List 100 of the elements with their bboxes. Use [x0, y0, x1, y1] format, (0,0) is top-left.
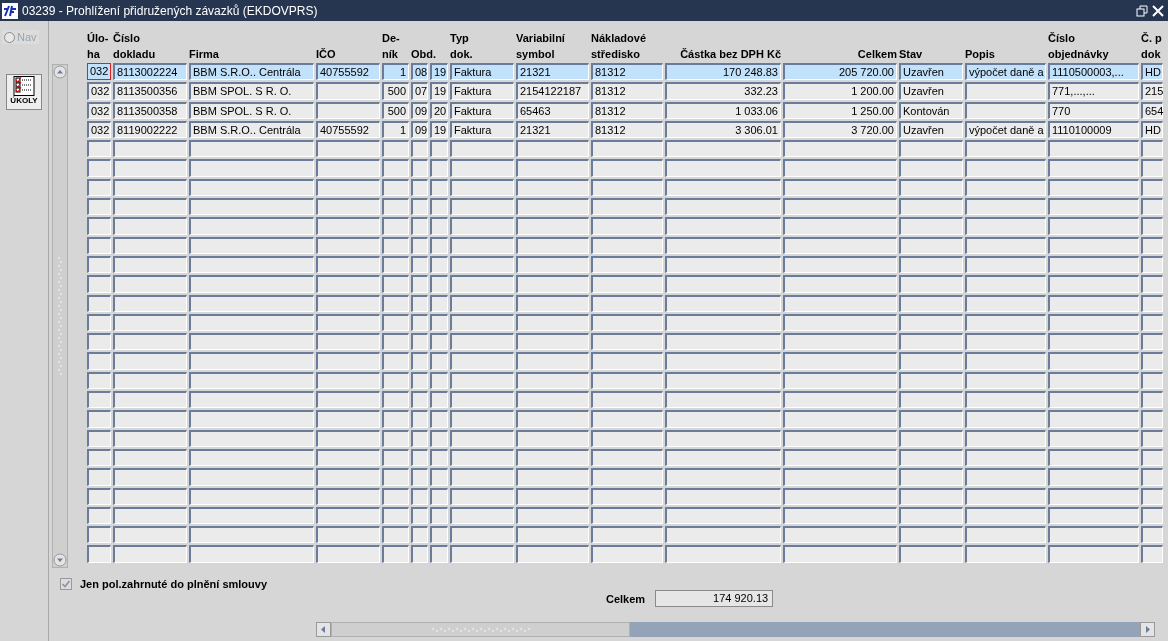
empty-cell[interactable]	[189, 410, 314, 428]
empty-cell[interactable]	[430, 275, 448, 293]
empty-cell[interactable]	[665, 236, 781, 254]
empty-cell[interactable]	[783, 140, 897, 158]
empty-cell[interactable]	[591, 410, 663, 428]
empty-cell[interactable]	[382, 526, 409, 544]
empty-cell[interactable]	[591, 275, 663, 293]
empty-cell[interactable]	[113, 333, 187, 351]
table-cell[interactable]: Faktura	[450, 120, 514, 139]
table-cell[interactable]	[965, 101, 1046, 119]
empty-cell[interactable]	[516, 545, 589, 563]
empty-cell[interactable]	[591, 313, 663, 332]
empty-cell[interactable]	[899, 333, 963, 351]
table-cell[interactable]: 19	[430, 63, 448, 81]
empty-cell[interactable]	[1048, 526, 1139, 544]
empty-cell[interactable]	[1141, 448, 1163, 467]
empty-cell[interactable]	[1048, 448, 1139, 467]
empty-cell[interactable]	[316, 429, 380, 447]
empty-cell[interactable]	[899, 159, 963, 177]
scroll-up-icon[interactable]	[53, 65, 67, 79]
empty-cell[interactable]	[899, 429, 963, 447]
table-cell[interactable]: Uzavřen	[899, 63, 963, 81]
empty-cell[interactable]	[1141, 410, 1163, 428]
empty-cell[interactable]	[965, 178, 1046, 197]
empty-cell[interactable]	[1048, 159, 1139, 177]
table-cell[interactable]: 81312	[591, 63, 663, 81]
empty-cell[interactable]	[783, 159, 897, 177]
empty-cell[interactable]	[516, 159, 589, 177]
table-cell[interactable]: BBM S.R.O.. Centrála	[189, 63, 314, 81]
empty-cell[interactable]	[783, 429, 897, 447]
empty-cell[interactable]	[899, 506, 963, 525]
empty-cell[interactable]	[1048, 255, 1139, 274]
empty-cell[interactable]	[450, 178, 514, 197]
empty-cell[interactable]	[965, 255, 1046, 274]
empty-cell[interactable]	[450, 448, 514, 467]
empty-cell[interactable]	[1048, 217, 1139, 235]
empty-cell[interactable]	[113, 255, 187, 274]
empty-cell[interactable]	[899, 410, 963, 428]
empty-cell[interactable]	[965, 371, 1046, 390]
table-cell[interactable]: 8113500356	[113, 82, 187, 100]
empty-cell[interactable]	[430, 159, 448, 177]
empty-cell[interactable]	[87, 448, 111, 467]
empty-cell[interactable]	[316, 178, 380, 197]
empty-cell[interactable]	[665, 545, 781, 563]
empty-cell[interactable]	[516, 333, 589, 351]
empty-cell[interactable]	[450, 410, 514, 428]
empty-cell[interactable]	[783, 371, 897, 390]
empty-cell[interactable]	[1141, 545, 1163, 563]
empty-cell[interactable]	[1141, 198, 1163, 216]
table-cell[interactable]: 8119002222	[113, 120, 187, 139]
empty-cell[interactable]	[591, 448, 663, 467]
empty-cell[interactable]	[113, 410, 187, 428]
table-cell[interactable]: výpočet daně a	[965, 120, 1046, 139]
empty-cell[interactable]	[1048, 275, 1139, 293]
empty-cell[interactable]	[591, 506, 663, 525]
table-cell[interactable]: 654	[1141, 101, 1163, 119]
empty-cell[interactable]	[316, 410, 380, 428]
empty-cell[interactable]	[516, 178, 589, 197]
empty-cell[interactable]	[899, 352, 963, 370]
table-cell[interactable]: 1110500003,...	[1048, 63, 1139, 81]
empty-cell[interactable]	[382, 313, 409, 332]
empty-cell[interactable]	[382, 487, 409, 505]
empty-cell[interactable]	[783, 333, 897, 351]
tasks-button[interactable]: ÚKOLY	[6, 74, 42, 110]
empty-cell[interactable]	[113, 526, 187, 544]
table-cell[interactable]: BBM SPOL. S R. O.	[189, 82, 314, 100]
empty-cell[interactable]	[87, 487, 111, 505]
empty-cell[interactable]	[113, 217, 187, 235]
empty-cell[interactable]	[965, 545, 1046, 563]
empty-cell[interactable]	[316, 468, 380, 486]
empty-cell[interactable]	[430, 140, 448, 158]
empty-cell[interactable]	[1048, 333, 1139, 351]
empty-cell[interactable]	[450, 429, 514, 447]
empty-cell[interactable]	[965, 198, 1046, 216]
empty-cell[interactable]	[189, 545, 314, 563]
empty-cell[interactable]	[783, 468, 897, 486]
empty-cell[interactable]	[316, 545, 380, 563]
empty-cell[interactable]	[1141, 217, 1163, 235]
table-cell[interactable]: 1110100009	[1048, 120, 1139, 139]
empty-cell[interactable]	[899, 313, 963, 332]
empty-cell[interactable]	[591, 391, 663, 409]
table-cell[interactable]: Faktura	[450, 63, 514, 81]
empty-cell[interactable]	[113, 506, 187, 525]
empty-cell[interactable]	[189, 313, 314, 332]
empty-cell[interactable]	[591, 236, 663, 254]
empty-cell[interactable]	[450, 198, 514, 216]
empty-cell[interactable]	[965, 429, 1046, 447]
empty-cell[interactable]	[783, 487, 897, 505]
empty-cell[interactable]	[1141, 294, 1163, 312]
empty-cell[interactable]	[189, 159, 314, 177]
empty-cell[interactable]	[591, 545, 663, 563]
empty-cell[interactable]	[783, 275, 897, 293]
empty-cell[interactable]	[591, 352, 663, 370]
empty-cell[interactable]	[87, 352, 111, 370]
table-cell[interactable]: 8113002224	[113, 63, 187, 81]
empty-cell[interactable]	[430, 294, 448, 312]
empty-cell[interactable]	[189, 391, 314, 409]
empty-cell[interactable]	[430, 429, 448, 447]
table-cell[interactable]: Faktura	[450, 101, 514, 119]
empty-cell[interactable]	[965, 217, 1046, 235]
